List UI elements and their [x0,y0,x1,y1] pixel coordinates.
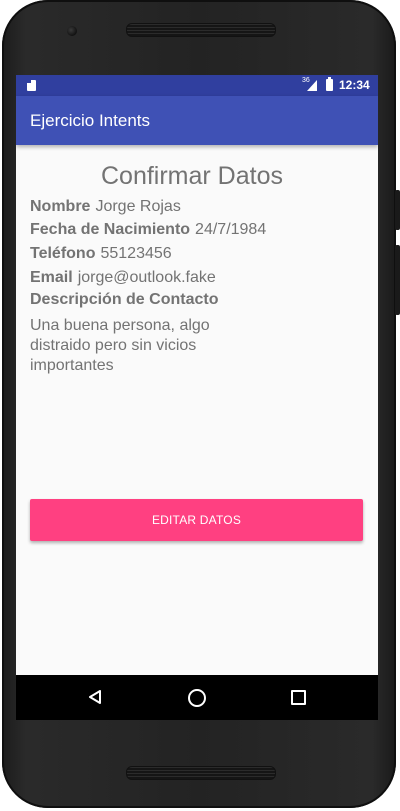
power-button [395,245,400,315]
top-speaker-grille [126,23,276,37]
front-camera [67,26,77,36]
sd-card-icon [27,80,36,91]
field-nombre: Nombre Jorge Rojas [30,198,181,216]
back-icon[interactable] [88,690,102,704]
screen: 36 12:34 Ejercicio Intents Confirmar Dat… [16,75,378,720]
field-email: Email jorge@outlook.fake [30,269,216,287]
status-time: 12:34 [339,78,370,92]
home-icon[interactable] [188,689,206,707]
recents-icon[interactable] [291,690,306,705]
field-telefono: Teléfono 55123456 [30,245,172,263]
description-text: Una buena persona, algo distraido pero s… [30,317,210,374]
field-label: Fecha de Nacimiento [30,221,191,238]
field-label: Teléfono [30,245,96,262]
phone-device: 36 12:34 Ejercicio Intents Confirmar Dat… [0,0,400,811]
field-value: jorge@outlook.fake [77,269,216,286]
page-title: Confirmar Datos [101,162,283,190]
field-fecha-nacimiento: Fecha de Nacimiento 24/7/1984 [30,221,266,239]
navigation-bar [16,675,378,720]
signal-icon [307,80,317,91]
description-label: Descripción de Contacto [30,291,219,308]
bottom-speaker-grille [126,766,276,780]
field-label: Nombre [30,198,91,215]
field-value: 24/7/1984 [195,221,267,238]
field-value: 55123456 [100,245,172,262]
status-bar: 36 12:34 [16,75,378,96]
field-label: Email [30,269,73,286]
app-title: Ejercicio Intents [30,111,150,130]
battery-icon [326,77,333,91]
edit-data-button[interactable]: EDITAR DATOS [30,499,363,541]
field-value: Jorge Rojas [95,198,181,215]
app-bar: Ejercicio Intents [16,96,378,145]
volume-button [395,190,400,230]
